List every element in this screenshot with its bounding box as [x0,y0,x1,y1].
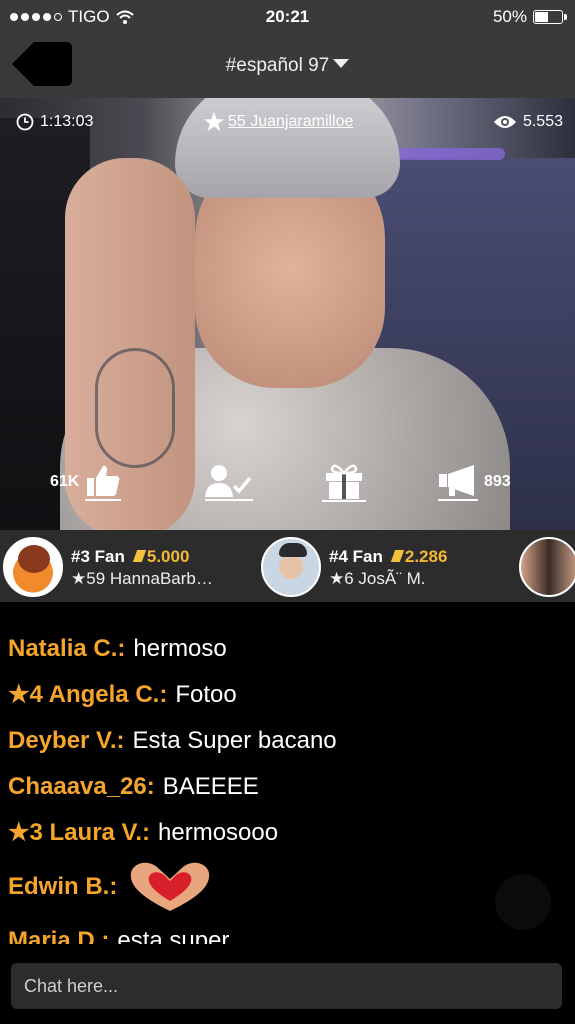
video-tattoo [95,348,175,468]
streamer-name: Juanjaramilloe [250,113,354,130]
video-light [395,148,505,160]
chat-message: Natalia C.: hermoso [8,626,568,672]
top-fans-bar: #3 Fan 5.000 ★59 HannaBarb… #4 Fan 2.286 ★… [0,530,575,602]
streamer-level: 55 [228,113,246,130]
chat-input[interactable] [11,963,562,1009]
room-title: #español 97 [225,55,330,76]
viewer-count-text: 5.553 [522,113,563,130]
diamond-icon [390,549,405,562]
chat-list: Natalia C.: hermoso ★4 Angela C.: Fotoo De… [8,626,568,944]
battery-percent: 50% [492,7,527,26]
diamond-icon [132,549,147,562]
share-button[interactable]: 893 [438,462,511,502]
thumbs-up-icon [85,464,122,501]
chat-text: hermoso [133,635,227,662]
chat-text: BAEEEE [162,773,259,800]
avatar [519,537,575,597]
nav-bar: #español 97 [0,34,575,98]
fan-rank-row: #3 Fan 5.000 [71,546,213,567]
chat-user[interactable]: ★3 Laura V.: [8,816,150,850]
star-icon [203,111,225,132]
streamer-link[interactable]: 55 Juanjaramilloe [203,111,353,133]
chat-message: Chaaava_26: BAEEEE [8,764,568,810]
duration-text: 1:13:03 [40,113,94,130]
fan-coins: 2.286 [404,546,448,566]
viewer-count: 5.553 [493,113,563,131]
status-time: 20:21 [265,7,310,26]
chat-text: Esta Super bacano [132,727,337,754]
chat-message: ★4 Angela C.: Fotoo [8,672,568,718]
fan-card[interactable]: #4 Fan 2.286 ★6 JosÃ¨ M. [261,537,447,597]
streamer-level-name: 55 Juanjaramilloe [228,113,353,131]
chat-text: Fotoo [175,681,237,708]
fan-user: ★6 JosÃ¨ M. [329,568,426,588]
chat-message: Deyber V.: Esta Super bacano [8,718,568,764]
battery-icon [533,10,567,24]
chat-user[interactable]: Maria D.: [8,924,109,944]
chat-user[interactable]: Chaaava_26: [8,770,155,804]
status-bar: TIGO 20:21 50% [0,0,575,34]
fan-rank: #3 Fan [71,546,125,566]
fan-user: ★59 HannaBarb… [71,568,213,588]
chat-message: Maria D.: esta super [8,918,568,944]
fan-info: #3 Fan 5.000 ★59 HannaBarb… [71,546,213,589]
chat-user[interactable]: Natalia C.: [8,632,125,666]
fan-card[interactable] [519,537,575,597]
share-count: 893 [484,473,511,490]
stream-duration: 1:13:03 [16,113,93,131]
chat-text: hermosooo [158,819,279,846]
fan-rank-row: #4 Fan 2.286 [329,546,447,567]
chat-message: Edwin B.: [8,856,568,918]
avatar [261,537,321,597]
megaphone-icon [438,464,478,501]
chat-user[interactable]: Deyber V.: [8,724,125,758]
chat-user[interactable]: ★4 Angela C.: [8,678,167,712]
chat-feed[interactable]: Natalia C.: hermoso ★4 Angela C.: Fotoo De… [0,602,575,944]
like-button[interactable]: 61K [50,462,122,502]
user-check-icon [205,464,253,501]
like-count: 61K [50,473,80,490]
clock-icon [16,113,34,131]
chat-message: ★3 Laura V.: hermosooo [8,810,568,856]
scroll-button[interactable] [495,874,551,930]
room-title-dropdown[interactable]: #español 97 [0,55,575,77]
chat-input-bar [0,944,575,1024]
stream-actions: 61K 893 [0,462,575,512]
heart-hands-icon [131,862,210,911]
fan-info: #4 Fan 2.286 ★6 JosÃ¨ M. [329,546,447,589]
fan-rank: #4 Fan [329,546,383,566]
chat-user[interactable]: Edwin B.: [8,870,117,904]
chat-text: esta super [117,927,230,944]
battery-fill [535,12,548,22]
fan-card[interactable]: #3 Fan 5.000 ★59 HannaBarb… [3,537,213,597]
follow-button[interactable] [205,462,253,502]
avatar [3,537,63,597]
gift-icon [322,463,366,502]
fan-coins: 5.000 [146,546,190,566]
gift-button[interactable] [322,462,366,502]
caret-down-icon [333,59,350,68]
eye-icon [493,116,516,128]
video-overlay-top: 1:13:03 55 Juanjaramilloe 5.553 [0,98,575,144]
status-right: 50% [492,7,567,27]
live-video[interactable]: 1:13:03 55 Juanjaramilloe 5.553 61K 893 [0,98,575,530]
